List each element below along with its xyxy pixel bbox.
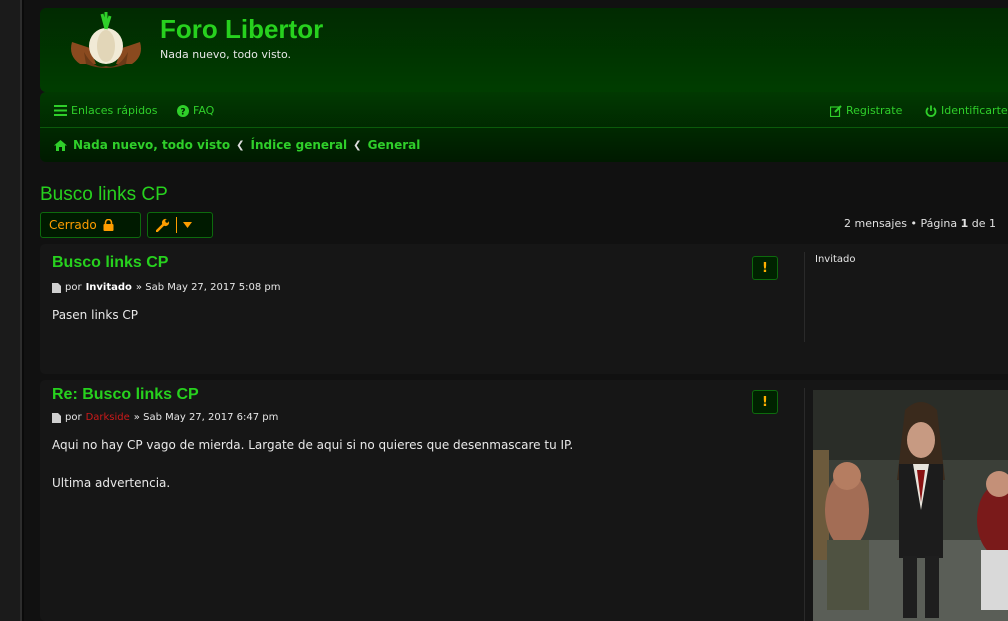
caret-down-icon xyxy=(183,222,192,228)
profile-username: Invitado xyxy=(815,254,856,265)
pagination-info: 2 mensajes • Página 1 de 1 xyxy=(844,217,996,230)
post-by-label: por xyxy=(65,412,82,423)
question-circle-icon: ? xyxy=(177,104,189,117)
hamburger-icon xyxy=(54,105,67,116)
power-icon xyxy=(925,105,937,117)
left-scroll-gutter xyxy=(0,0,22,621)
breadcrumb-index[interactable]: Índice general xyxy=(250,138,347,152)
post-paragraph: Ultima advertencia. xyxy=(52,476,171,490)
post: Re: Busco links CP por Darkside » Sab Ma… xyxy=(40,380,1008,621)
edit-icon xyxy=(830,104,842,117)
post: Busco links CP por Invitado » Sab May 27… xyxy=(40,244,1008,374)
post-title[interactable]: Busco links CP xyxy=(52,254,168,272)
post-paragraph: Aqui no hay CP vago de mierda. Largate d… xyxy=(52,438,574,452)
topic-title[interactable]: Busco links CP xyxy=(40,184,168,206)
register-label: Registrate xyxy=(846,104,903,117)
exclamation-icon: ! xyxy=(762,394,768,410)
locked-button[interactable]: Cerrado xyxy=(40,212,141,238)
post-content: Aqui no hay CP vago de mierda. Largate d… xyxy=(52,436,573,493)
post-by-label: por xyxy=(65,282,82,293)
wrench-icon xyxy=(156,218,170,232)
nav-top-row: Enlaces rápidos ? FAQ Registrate Identif… xyxy=(40,92,1008,128)
breadcrumb-separator-icon: ❮ xyxy=(236,139,245,151)
exclamation-icon: ! xyxy=(762,260,768,276)
post-icon[interactable] xyxy=(52,412,61,423)
navbar: Enlaces rápidos ? FAQ Registrate Identif… xyxy=(40,92,1008,162)
lock-icon xyxy=(103,219,114,231)
post-paragraph: Pasen links CP xyxy=(52,308,139,322)
page-wrap: Foro Libertor Nada nuevo, todo visto. En… xyxy=(24,0,1008,621)
post-title[interactable]: Re: Busco links CP xyxy=(52,386,199,404)
report-button[interactable]: ! xyxy=(752,390,778,414)
breadcrumb: Nada nuevo, todo visto ❮ Índice general … xyxy=(54,138,420,152)
quick-links-menu[interactable]: Enlaces rápidos xyxy=(54,104,158,117)
button-divider xyxy=(176,217,177,233)
breadcrumb-separator-icon: ❮ xyxy=(353,139,362,151)
faq-label: FAQ xyxy=(193,104,215,117)
breadcrumb-home[interactable]: Nada nuevo, todo visto xyxy=(73,138,230,152)
post-date: » Sab May 27, 2017 5:08 pm xyxy=(135,282,281,293)
quick-links-label: Enlaces rápidos xyxy=(71,104,158,117)
report-button[interactable]: ! xyxy=(752,256,778,280)
topic-tools-button[interactable] xyxy=(147,212,213,238)
pagination-suffix: de 1 xyxy=(968,217,996,230)
login-label: Identificarte xyxy=(941,104,1008,117)
site-title[interactable]: Foro Libertor xyxy=(160,14,323,45)
svg-text:?: ? xyxy=(180,107,185,117)
register-link[interactable]: Registrate xyxy=(830,104,902,117)
onion-logo[interactable] xyxy=(66,12,146,70)
post-author[interactable]: Invitado xyxy=(86,282,132,293)
pagination-prefix: 2 mensajes • Página xyxy=(844,217,961,230)
faq-link[interactable]: ? FAQ xyxy=(177,104,214,117)
post-content: Pasen links CP xyxy=(52,306,138,325)
site-description: Nada nuevo, todo visto. xyxy=(160,48,292,61)
breadcrumb-forum[interactable]: General xyxy=(368,138,421,152)
login-link[interactable]: Identificarte xyxy=(925,104,1008,117)
post-author[interactable]: Darkside xyxy=(86,412,130,423)
post-profile: Invitado xyxy=(804,252,1008,342)
home-icon[interactable] xyxy=(54,139,67,151)
post-profile xyxy=(804,388,1008,621)
locked-label: Cerrado xyxy=(49,218,97,232)
avatar[interactable] xyxy=(813,390,1008,621)
site-header: Foro Libertor Nada nuevo, todo visto. xyxy=(40,8,1008,92)
post-date: » Sab May 27, 2017 6:47 pm xyxy=(133,412,279,423)
post-meta: por Darkside » Sab May 27, 2017 6:47 pm xyxy=(52,412,278,423)
post-icon[interactable] xyxy=(52,282,61,293)
post-meta: por Invitado » Sab May 27, 2017 5:08 pm xyxy=(52,282,281,293)
